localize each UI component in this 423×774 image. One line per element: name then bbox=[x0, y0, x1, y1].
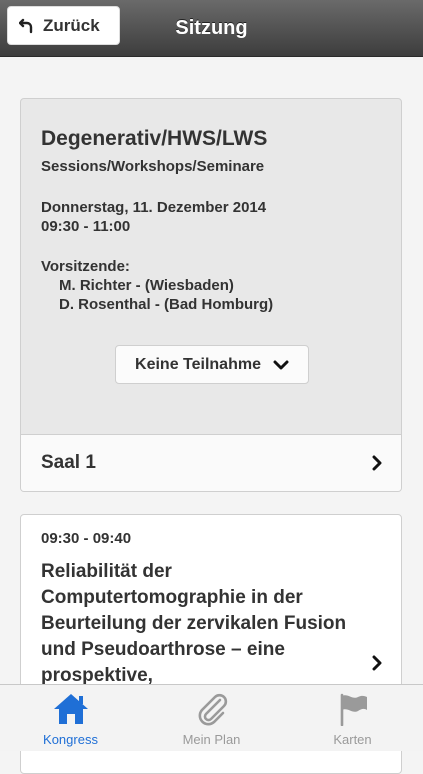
flag-icon bbox=[340, 693, 367, 726]
back-button-label: Zurück bbox=[43, 15, 100, 35]
navigation-bar: Zurück Sitzung bbox=[0, 0, 423, 57]
chevron-right-icon bbox=[372, 455, 382, 471]
chair-item: D. Rosenthal - (Bad Homburg) bbox=[59, 296, 274, 313]
tab-mein-plan[interactable]: Mein Plan bbox=[141, 685, 282, 751]
back-button[interactable]: Zurück bbox=[7, 6, 120, 45]
participation-label: Keine Teilnahme bbox=[135, 355, 261, 373]
session-type: Sessions/Workshops/Seminare bbox=[41, 158, 265, 175]
back-arrow-icon bbox=[19, 18, 33, 33]
session-title: Degenerativ/HWS/LWS bbox=[41, 127, 268, 150]
talk-time: 09:30 - 09:40 bbox=[41, 530, 132, 547]
tab-label: Kongress bbox=[43, 732, 98, 747]
home-icon bbox=[53, 694, 88, 724]
tab-karten[interactable]: Karten bbox=[282, 685, 423, 751]
room-label: Saal 1 bbox=[41, 452, 96, 473]
chairs-label: Vorsitzende: bbox=[41, 258, 130, 275]
chevron-down-icon bbox=[273, 360, 289, 369]
paperclip-icon bbox=[198, 693, 227, 726]
session-time: 09:30 - 11:00 bbox=[41, 218, 131, 235]
chevron-right-icon bbox=[372, 655, 382, 671]
tab-label: Karten bbox=[333, 732, 372, 747]
chair-item: M. Richter - (Wiesbaden) bbox=[59, 277, 234, 294]
tab-kongress[interactable]: Kongress bbox=[0, 685, 141, 751]
session-card: Degenerativ/HWS/LWS Sessions/Workshops/S… bbox=[20, 98, 402, 492]
tab-label: Mein Plan bbox=[182, 732, 241, 747]
participation-dropdown[interactable]: Keine Teilnahme bbox=[115, 345, 309, 384]
room-row[interactable]: Saal 1 bbox=[21, 434, 401, 491]
talk-title: Reliabilität der Computertomographie in … bbox=[41, 561, 347, 686]
tab-bar: Kongress Mein Plan Karten bbox=[0, 684, 423, 751]
session-date: Donnerstag, 11. Dezember 2014 bbox=[41, 199, 267, 216]
